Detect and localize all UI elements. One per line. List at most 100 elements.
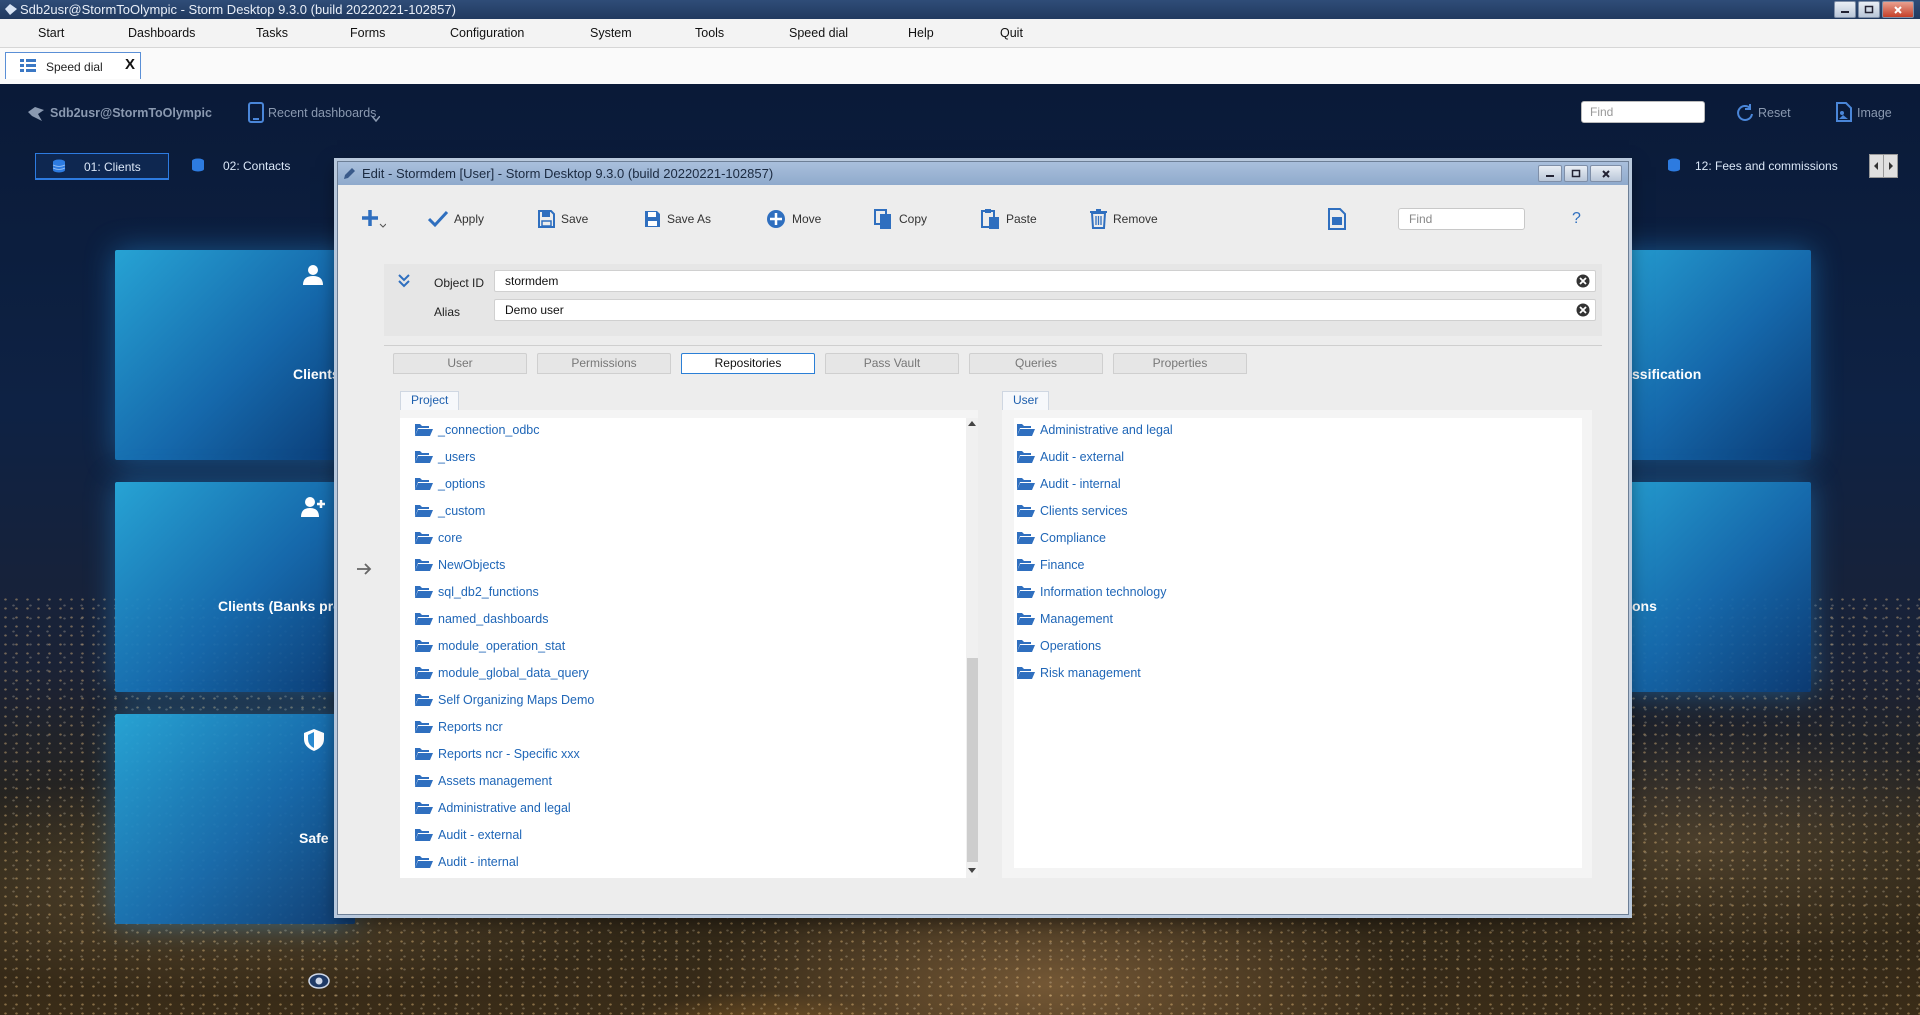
speed-dial-tab[interactable]: Speed dial X — [5, 52, 141, 79]
tab-properties[interactable]: Properties — [1113, 353, 1247, 374]
grid-list-icon — [20, 59, 36, 72]
clear-object-id-icon[interactable] — [1576, 274, 1590, 288]
list-item[interactable]: Administrative and legal — [1016, 420, 1173, 440]
add-button[interactable] — [360, 206, 386, 232]
menu-tasks[interactable]: Tasks — [256, 26, 288, 40]
minimize-button[interactable] — [1834, 1, 1856, 18]
list-item[interactable]: Risk management — [1016, 663, 1141, 683]
list-item[interactable]: Audit - internal — [414, 852, 519, 872]
folder-open-icon — [414, 693, 433, 707]
chevron-down-icon[interactable] — [372, 116, 380, 122]
remove-button[interactable]: Remove — [1090, 206, 1158, 232]
list-item[interactable]: Clients services — [1016, 501, 1128, 521]
restore-button[interactable] — [1858, 1, 1880, 18]
image-file-icon[interactable] — [1836, 102, 1852, 122]
tab-repositories[interactable]: Repositories — [681, 353, 815, 374]
list-item[interactable]: Compliance — [1016, 528, 1106, 548]
save-as-button[interactable]: Save As — [644, 206, 711, 232]
scroll-tabs-left-button[interactable] — [1869, 154, 1884, 178]
image-button[interactable]: Image — [1857, 106, 1892, 120]
list-item[interactable]: Audit - external — [414, 825, 522, 845]
tab-pass-vault[interactable]: Pass Vault — [825, 353, 959, 374]
list-item[interactable]: Self Organizing Maps Demo — [414, 690, 594, 710]
list-item[interactable]: NewObjects — [414, 555, 505, 575]
list-item[interactable]: Finance — [1016, 555, 1084, 575]
list-item-label: Clients services — [1040, 504, 1128, 518]
tab-fees-and-commissions[interactable]: 12: Fees and commissions — [1655, 153, 1838, 177]
folder-open-icon — [414, 639, 433, 653]
reset-button[interactable]: Reset — [1758, 106, 1791, 120]
move-button[interactable]: Move — [766, 206, 821, 232]
project-scrollbar[interactable] — [966, 418, 978, 878]
close-tab-button[interactable]: X — [125, 56, 135, 73]
list-item[interactable]: Reports ncr — [414, 717, 503, 737]
list-item[interactable]: Audit - external — [1016, 447, 1124, 467]
save-button[interactable]: Save — [538, 206, 588, 232]
dashboard-search-input[interactable]: Find — [1581, 101, 1705, 123]
menu-tools[interactable]: Tools — [695, 26, 724, 40]
list-item[interactable]: _custom — [414, 501, 485, 521]
arrow-right-icon[interactable] — [356, 562, 372, 576]
close-window-button[interactable] — [1882, 1, 1914, 18]
help-button[interactable]: ? — [1572, 206, 1581, 232]
menu-forms[interactable]: Forms — [350, 26, 385, 40]
tab-queries[interactable]: Queries — [969, 353, 1103, 374]
list-item[interactable]: _options — [414, 474, 485, 494]
dialog-maximize-button[interactable] — [1564, 165, 1588, 182]
list-item[interactable]: sql_db2_functions — [414, 582, 539, 602]
list-item[interactable]: Assets management — [414, 771, 552, 791]
menu-system[interactable]: System — [590, 26, 632, 40]
recent-dashboards-button[interactable]: Recent dashboards — [268, 106, 376, 120]
scroll-tabs-right-button[interactable] — [1883, 154, 1898, 178]
menu-configuration[interactable]: Configuration — [450, 26, 524, 40]
apply-button[interactable]: Apply — [428, 206, 484, 232]
list-item[interactable]: core — [414, 528, 462, 548]
dialog-title-bar[interactable]: Edit - Stormdem [User] - Storm Desktop 9… — [338, 162, 1628, 185]
menu-start[interactable]: Start — [38, 26, 64, 40]
reset-icon[interactable] — [1735, 103, 1755, 123]
list-item[interactable]: Reports ncr - Specific xxx — [414, 744, 580, 764]
alias-field[interactable]: Demo user — [494, 299, 1596, 321]
paste-button[interactable]: Paste — [981, 206, 1037, 232]
dialog-close-button[interactable] — [1590, 165, 1622, 182]
tab-permissions[interactable]: Permissions — [537, 353, 671, 374]
dialog-search-input[interactable]: Find — [1398, 208, 1525, 230]
object-id-field[interactable]: stormdem — [494, 270, 1596, 292]
list-item[interactable]: Administrative and legal — [414, 798, 571, 818]
menu-dashboards[interactable]: Dashboards — [128, 26, 195, 40]
folder-open-icon — [1016, 504, 1035, 518]
menu-bar: Start Dashboards Tasks Forms Configurati… — [0, 19, 1920, 48]
tab-user[interactable]: User — [393, 353, 527, 374]
tab-contacts[interactable]: 02: Contacts — [175, 153, 305, 177]
clear-alias-icon[interactable] — [1576, 303, 1590, 317]
menu-speed-dial[interactable]: Speed dial — [789, 26, 848, 40]
tab-clients[interactable]: 01: Clients — [35, 153, 169, 180]
list-item[interactable]: Operations — [1016, 636, 1101, 656]
collapse-chevrons-icon[interactable] — [398, 274, 410, 288]
list-item[interactable]: Information technology — [1016, 582, 1166, 602]
scroll-down-arrow-icon[interactable] — [968, 868, 976, 874]
list-item[interactable]: Audit - internal — [1016, 474, 1121, 494]
dialog-minimize-button[interactable] — [1538, 165, 1562, 182]
folder-open-icon — [414, 666, 433, 680]
list-item[interactable]: named_dashboards — [414, 609, 549, 629]
list-item[interactable]: module_global_data_query — [414, 663, 589, 683]
floppy-disk-icon — [644, 210, 661, 228]
eye-icon[interactable] — [308, 972, 330, 990]
list-item[interactable]: Management — [1016, 609, 1113, 629]
document-button[interactable] — [1328, 206, 1346, 232]
tile-clients-banks[interactable]: Clients (Banks pro — [115, 482, 355, 692]
scroll-up-arrow-icon[interactable] — [968, 420, 976, 426]
list-item-label: _options — [438, 477, 486, 491]
list-item-label: Information technology — [1040, 585, 1167, 599]
list-item[interactable]: _users — [414, 447, 476, 467]
menu-quit[interactable]: Quit — [1000, 26, 1023, 40]
tile-clients[interactable]: Clients — [115, 250, 355, 460]
menu-help[interactable]: Help — [908, 26, 934, 40]
tile-safe[interactable]: Safe — [115, 714, 355, 924]
list-item[interactable]: module_operation_stat — [414, 636, 565, 656]
list-item[interactable]: _connection_odbc — [414, 420, 539, 440]
scrollbar-thumb[interactable] — [967, 658, 978, 862]
window-title-bar: Sdb2usr@StormToOlympic - Storm Desktop 9… — [0, 0, 1920, 19]
copy-button[interactable]: Copy — [874, 206, 927, 232]
